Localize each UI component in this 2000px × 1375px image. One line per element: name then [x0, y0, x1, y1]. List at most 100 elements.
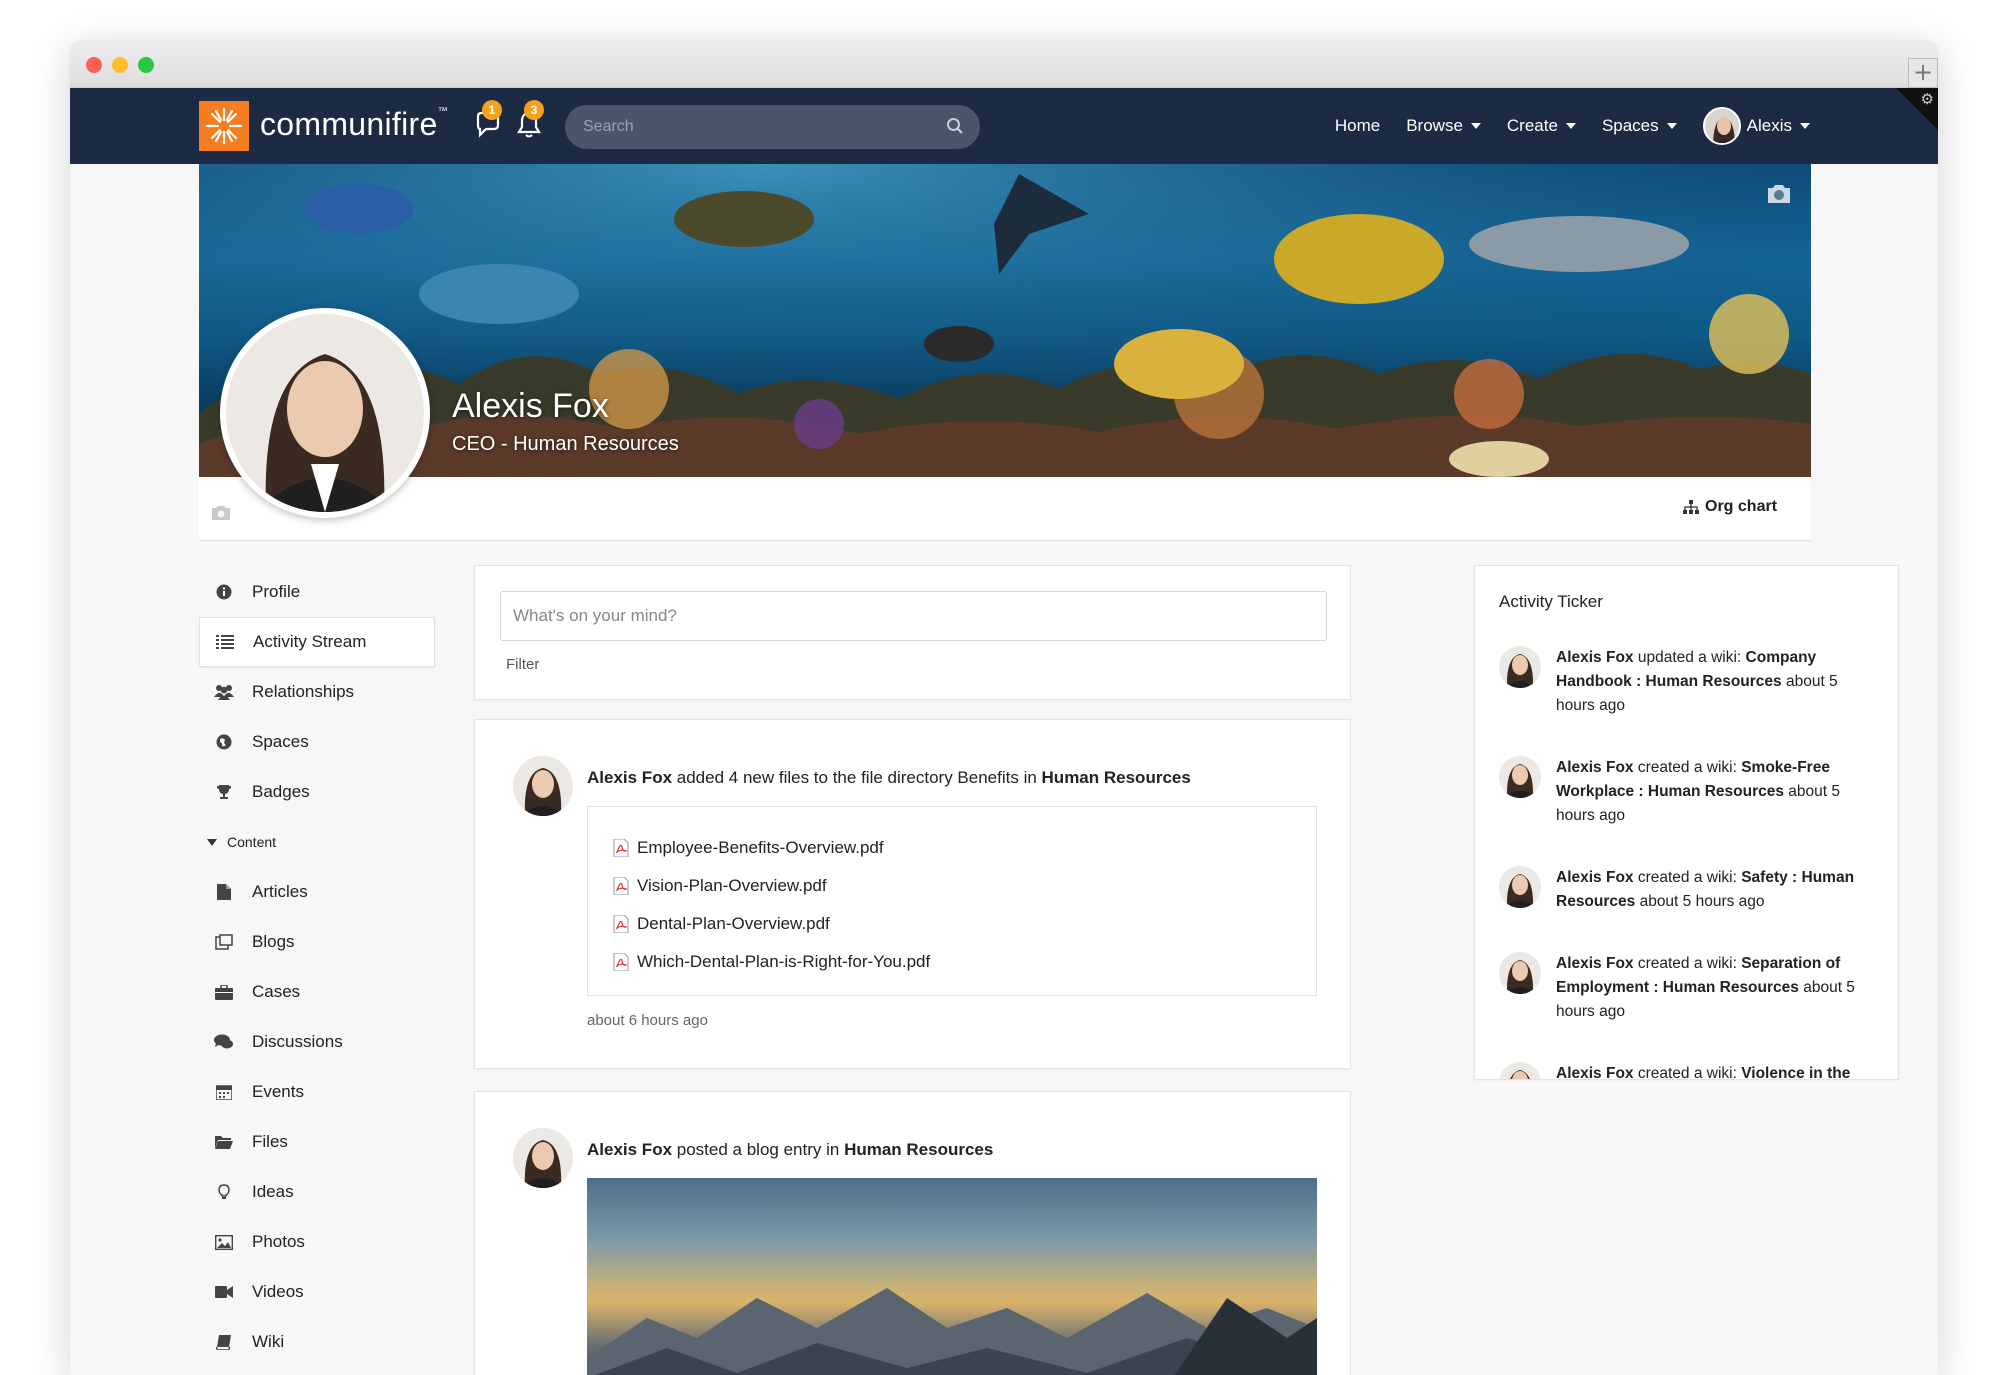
- messages-button[interactable]: 1: [474, 100, 504, 142]
- profile-sidebar-nav: Profile Activity Stream Relationships Sp…: [199, 567, 435, 1367]
- file-link[interactable]: Dental-Plan-Overview.pdf: [588, 905, 1316, 943]
- blog-cover-image[interactable]: [587, 1178, 1317, 1375]
- globe-icon: [214, 732, 234, 752]
- post-timestamp: about 6 hours ago: [587, 1012, 708, 1029]
- file-link[interactable]: Which-Dental-Plan-is-Right-for-You.pdf: [588, 943, 1316, 981]
- sidebar-item-events[interactable]: Events: [199, 1067, 435, 1117]
- logo-icon[interactable]: [199, 101, 249, 151]
- search-icon[interactable]: [946, 117, 964, 135]
- pdf-icon: [613, 839, 629, 857]
- avatar[interactable]: [513, 756, 573, 816]
- brand-name[interactable]: communifire™: [260, 106, 448, 143]
- avatar: [1499, 646, 1541, 688]
- camera-icon[interactable]: [1765, 182, 1793, 206]
- sidebar-item-blogs[interactable]: Blogs: [199, 917, 435, 967]
- close-window-button[interactable]: [86, 57, 102, 73]
- org-chart-link[interactable]: Org chart: [1683, 498, 1777, 516]
- chevron-down-icon: [1666, 123, 1677, 129]
- ticker-entry[interactable]: Alexis Fox created a wiki: Safety : Huma…: [1499, 866, 1879, 926]
- ticker-entry[interactable]: Alexis Fox created a wiki: Smoke-Free Wo…: [1499, 756, 1879, 836]
- briefcase-icon: [214, 982, 234, 1002]
- nav-home[interactable]: Home: [1335, 116, 1380, 136]
- sidebar-item-relationships[interactable]: Relationships: [199, 667, 435, 717]
- blog-icon: [214, 932, 234, 952]
- list-icon: [215, 632, 235, 652]
- sidebar-item-articles[interactable]: Articles: [199, 867, 435, 917]
- filter-link[interactable]: Filter: [506, 656, 539, 673]
- avatar: [1702, 107, 1741, 145]
- pdf-icon: [613, 877, 629, 895]
- new-tab-button[interactable]: +: [1908, 58, 1938, 88]
- profile-header-bar: [199, 477, 1811, 541]
- avatar: [1499, 1062, 1541, 1079]
- activity-post: Alexis Fox added 4 new files to the file…: [474, 719, 1351, 1069]
- post-headline: Alexis Fox posted a blog entry in Human …: [587, 1140, 994, 1159]
- sidebar-item-profile[interactable]: Profile: [199, 567, 435, 617]
- nav-user-menu[interactable]: Alexis: [1702, 107, 1810, 145]
- sidebar-item-photos[interactable]: Photos: [199, 1217, 435, 1267]
- chevron-down-icon: [1565, 123, 1576, 129]
- sitemap-icon: [1683, 500, 1699, 514]
- notifications-badge: 3: [524, 100, 544, 120]
- sidebar-item-cases[interactable]: Cases: [199, 967, 435, 1017]
- sidebar-item-wiki[interactable]: Wiki: [199, 1317, 435, 1367]
- file-list: Employee-Benefits-Overview.pdf Vision-Pl…: [587, 806, 1317, 996]
- space-link[interactable]: Human Resources: [1042, 768, 1191, 787]
- activity-post: Alexis Fox posted a blog entry in Human …: [474, 1091, 1351, 1375]
- file-link[interactable]: Employee-Benefits-Overview.pdf: [588, 829, 1316, 867]
- notifications-button[interactable]: 3: [516, 100, 546, 142]
- cover-photo: [199, 164, 1811, 477]
- post-headline: Alexis Fox added 4 new files to the file…: [587, 768, 1191, 787]
- video-icon: [214, 1282, 234, 1302]
- activity-ticker: Activity Ticker Alexis Fox updated a wik…: [1474, 565, 1899, 1080]
- underwater-reef-image: [199, 164, 1811, 477]
- messages-badge: 1: [482, 100, 502, 120]
- author-link[interactable]: Alexis Fox: [587, 768, 672, 787]
- sidebar-item-ideas[interactable]: Ideas: [199, 1167, 435, 1217]
- sidebar-item-activity-stream[interactable]: Activity Stream: [199, 617, 435, 667]
- search-bar[interactable]: [565, 105, 980, 149]
- browser-window: + communifire™ 1 3 Search Home Browse Cr…: [70, 40, 1938, 1375]
- file-link[interactable]: Vision-Plan-Overview.pdf: [588, 867, 1316, 905]
- book-icon: [214, 1332, 234, 1352]
- main-nav: Home Browse Create Spaces Alexis: [1335, 88, 1810, 164]
- camera-icon[interactable]: [210, 504, 232, 522]
- avatar: [1499, 952, 1541, 994]
- nav-spaces[interactable]: Spaces: [1602, 116, 1677, 136]
- trophy-icon: [214, 782, 234, 802]
- sidebar-item-discussions[interactable]: Discussions: [199, 1017, 435, 1067]
- sidebar-item-videos[interactable]: Videos: [199, 1267, 435, 1317]
- nav-browse[interactable]: Browse: [1406, 116, 1481, 136]
- author-link[interactable]: Alexis Fox: [587, 1140, 672, 1159]
- minimize-window-button[interactable]: [112, 57, 128, 73]
- space-link[interactable]: Human Resources: [844, 1140, 993, 1159]
- avatar[interactable]: [513, 1128, 573, 1188]
- pdf-icon: [613, 953, 629, 971]
- ticker-entry[interactable]: Alexis Fox updated a wiki: Company Handb…: [1499, 646, 1879, 726]
- profile-name: Alexis Fox: [452, 387, 609, 425]
- profile-job-title: CEO - Human Resources: [452, 433, 679, 455]
- comments-icon: [214, 1032, 234, 1052]
- lightbulb-icon: [214, 1182, 234, 1202]
- sidebar-item-spaces[interactable]: Spaces: [199, 717, 435, 767]
- status-composer: Filter: [474, 565, 1351, 700]
- avatar: [1499, 866, 1541, 908]
- search-input[interactable]: [565, 105, 925, 149]
- nav-create[interactable]: Create: [1507, 116, 1576, 136]
- chevron-down-icon: [1800, 123, 1810, 129]
- info-icon: [214, 582, 234, 602]
- ticker-entry[interactable]: Alexis Fox created a wiki: Separation of…: [1499, 952, 1879, 1032]
- sidebar-section-content[interactable]: Content: [199, 817, 435, 867]
- chevron-down-icon: [1470, 123, 1481, 129]
- status-input[interactable]: [500, 591, 1327, 641]
- sidebar-item-files[interactable]: Files: [199, 1117, 435, 1167]
- folder-icon: [214, 1132, 234, 1152]
- image-icon: [214, 1232, 234, 1252]
- maximize-window-button[interactable]: [138, 57, 154, 73]
- caret-down-icon: [207, 838, 217, 846]
- sidebar-item-badges[interactable]: Badges: [199, 767, 435, 817]
- profile-avatar[interactable]: [220, 308, 430, 518]
- gear-icon[interactable]: ⚙: [1921, 90, 1934, 108]
- ticker-entry[interactable]: Alexis Fox created a wiki: Violence in t…: [1499, 1062, 1879, 1079]
- calendar-icon: [214, 1082, 234, 1102]
